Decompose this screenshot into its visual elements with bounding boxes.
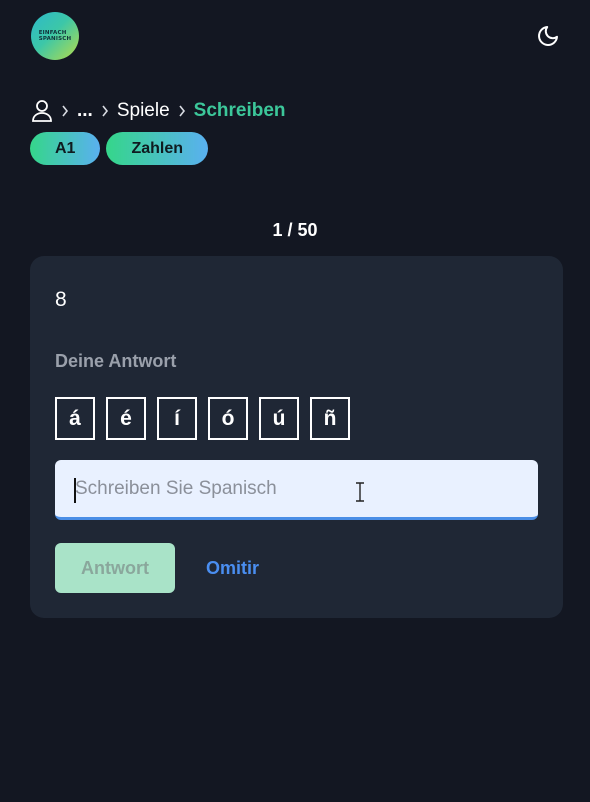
logo-line-2: SPANISCH [38, 36, 72, 42]
accent-buttons: á é í ó ú ñ [55, 397, 350, 440]
text-caret [74, 478, 76, 503]
exercise-card: 8 Deine Antwort á é í ó ú ñ Antwort Omit… [30, 256, 563, 618]
logo[interactable]: EINFACH SPANISCH [31, 12, 79, 60]
tag-list: A1 Zahlen [30, 132, 209, 165]
ibeam-cursor-icon [356, 482, 364, 502]
chevron-right-icon [178, 105, 186, 117]
progress-counter: 1 / 50 [272, 220, 318, 240]
skip-button[interactable]: Omitir [198, 543, 267, 593]
accent-button-a[interactable]: á [55, 397, 95, 440]
breadcrumb: ... Spiele Schreiben [31, 98, 286, 124]
logo-text: EINFACH SPANISCH [39, 30, 72, 42]
theme-toggle-button[interactable] [534, 22, 562, 50]
accent-button-e[interactable]: é [106, 397, 146, 440]
accent-button-i[interactable]: í [157, 397, 197, 440]
accent-button-o[interactable]: ó [208, 397, 248, 440]
submit-answer-button[interactable]: Antwort [55, 543, 175, 593]
answer-input-container [55, 460, 538, 520]
breadcrumb-ellipsis[interactable]: ... [77, 100, 93, 122]
answer-label: Deine Antwort [55, 351, 177, 371]
moon-icon [538, 26, 558, 46]
breadcrumb-current: Schreiben [193, 100, 286, 121]
chevron-right-icon [101, 105, 109, 117]
breadcrumb-games[interactable]: Spiele [117, 100, 170, 122]
accent-button-n[interactable]: ñ [310, 397, 350, 440]
answer-input[interactable] [55, 460, 538, 517]
page: EINFACH SPANISCH ... Spiele Schreiben A1… [0, 0, 590, 802]
chevron-right-icon [61, 105, 69, 117]
accent-button-u[interactable]: ú [259, 397, 299, 440]
tag-topic[interactable]: Zahlen [106, 132, 209, 165]
tag-level[interactable]: A1 [30, 132, 101, 165]
user-icon[interactable] [31, 99, 53, 123]
prompt-number: 8 [55, 288, 67, 311]
